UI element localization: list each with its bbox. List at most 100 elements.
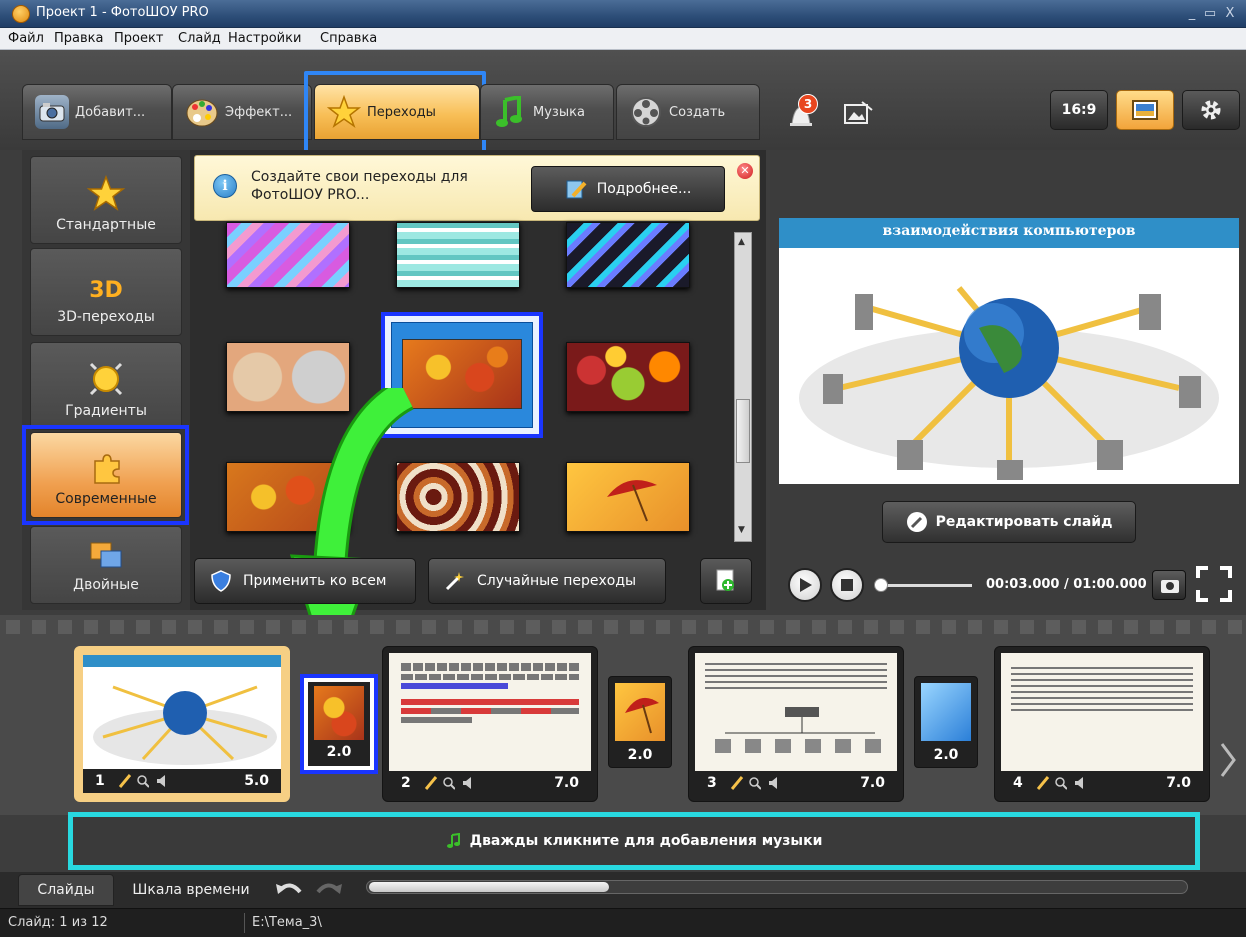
- shield-icon: [211, 570, 231, 592]
- pencil-icon[interactable]: [731, 776, 743, 790]
- category-gradients-label: Градиенты: [65, 403, 147, 419]
- network-diagram-image: [715, 707, 881, 753]
- settings-button[interactable]: [1182, 90, 1240, 130]
- minimize-button[interactable]: _: [1184, 6, 1200, 22]
- more-info-button[interactable]: Подробнее...: [531, 166, 725, 212]
- transition-thumbnail[interactable]: [396, 222, 520, 288]
- zoom-icon[interactable]: [1055, 776, 1067, 790]
- transition-slot-1[interactable]: 2.0: [300, 674, 378, 774]
- music-note-icon: [446, 833, 460, 848]
- transition-thumbnail[interactable]: [566, 222, 690, 288]
- status-slide-count: Слайд: 1 из 12: [8, 915, 108, 930]
- menu-settings[interactable]: Настройки: [228, 31, 301, 46]
- category-standard-label: Стандартные: [56, 217, 156, 233]
- menu-bar: Файл Правка Проект Слайд Настройки Справ…: [0, 28, 1246, 50]
- blue-gradient-image: [921, 683, 971, 741]
- add-file-icon: [716, 569, 734, 591]
- transition-thumbnail[interactable]: [566, 342, 690, 412]
- play-button[interactable]: [788, 568, 822, 602]
- transition-thumbnail[interactable]: [226, 222, 350, 288]
- zoom-icon[interactable]: [443, 776, 455, 790]
- apply-to-all-button[interactable]: Применить ко всем: [194, 558, 416, 604]
- gallery-scrollbar[interactable]: ▲ ▼: [734, 232, 752, 542]
- notifications-bell-icon[interactable]: 3: [784, 94, 818, 132]
- menu-slide[interactable]: Слайд: [178, 31, 221, 46]
- snapshot-button[interactable]: [1152, 570, 1186, 600]
- playback-progress-track[interactable]: [876, 584, 972, 587]
- speaker-icon[interactable]: [155, 774, 167, 788]
- tab-timeline[interactable]: Шкала времени: [118, 874, 264, 906]
- slide-number: 1: [95, 773, 105, 789]
- transition-slot-3[interactable]: 2.0: [914, 676, 978, 768]
- slide-card-2[interactable]: 2 7.0: [382, 646, 598, 802]
- scroll-up-arrow[interactable]: ▲: [738, 237, 745, 247]
- slide-thumbnail-globe: [93, 685, 277, 765]
- picture-arrow-icon[interactable]: [842, 98, 876, 128]
- transition-thumbnail[interactable]: [566, 462, 690, 532]
- aspect-ratio-button[interactable]: 16:9: [1050, 90, 1108, 130]
- music-track-area[interactable]: Дважды кликните для добавления музыки: [68, 812, 1200, 870]
- edit-slide-button[interactable]: Редактировать слайд: [882, 501, 1136, 543]
- notification-count-badge: 3: [798, 94, 818, 114]
- notepad-pencil-icon: [566, 180, 587, 199]
- 3d-icon: 3D: [89, 278, 123, 303]
- slide-card-4[interactable]: 4 7.0: [994, 646, 1210, 802]
- redo-icon[interactable]: [314, 878, 342, 900]
- transition-duration: 2.0: [933, 747, 959, 763]
- category-double[interactable]: Двойные: [30, 526, 182, 604]
- category-3d-label: 3D-переходы: [57, 309, 155, 325]
- tab-create[interactable]: Создать: [616, 84, 760, 140]
- slide-number: 4: [1013, 775, 1023, 791]
- slide-card-3[interactable]: 3 7.0: [688, 646, 904, 802]
- random-transitions-button[interactable]: Случайные переходы: [428, 558, 666, 604]
- menu-project[interactable]: Проект: [114, 31, 163, 46]
- menu-edit[interactable]: Правка: [54, 31, 103, 46]
- close-button[interactable]: X: [1222, 6, 1238, 22]
- close-banner-icon[interactable]: ✕: [737, 163, 753, 179]
- slide-card-1[interactable]: 1 5.0: [74, 646, 290, 802]
- title-bar: Проект 1 - ФотоШОУ PRO _ ▭ X: [0, 0, 1246, 28]
- speaker-icon[interactable]: [1073, 776, 1085, 790]
- slide-duration: 7.0: [554, 775, 579, 791]
- play-icon: [800, 578, 812, 592]
- random-transitions-label: Случайные переходы: [477, 573, 637, 589]
- fullscreen-icon[interactable]: [1196, 566, 1232, 602]
- pencil-icon[interactable]: [119, 774, 131, 788]
- category-3d[interactable]: 3D 3D-переходы: [30, 248, 182, 336]
- transition-slot-2[interactable]: 2.0: [608, 676, 672, 768]
- zoom-icon[interactable]: [137, 774, 149, 788]
- status-bar: Слайд: 1 из 12 E:\Тема_3\: [0, 908, 1246, 937]
- strip-scrollbar[interactable]: [366, 880, 1188, 894]
- pencil-icon[interactable]: [1037, 776, 1049, 790]
- slide-preview-title: взаимодействия компьютеров: [779, 218, 1239, 248]
- maximize-button[interactable]: ▭: [1202, 6, 1218, 22]
- playback-progress-handle[interactable]: [874, 578, 888, 592]
- scroll-down-arrow[interactable]: ▼: [738, 525, 745, 535]
- pencil-icon[interactable]: [425, 776, 437, 790]
- slide-view-button[interactable]: [1116, 90, 1174, 130]
- strip-scrollbar-thumb[interactable]: [369, 882, 609, 892]
- category-double-label: Двойные: [73, 577, 139, 593]
- slide-duration: 7.0: [1166, 775, 1191, 791]
- tab-add[interactable]: Добавит...: [22, 84, 172, 140]
- category-standard[interactable]: Стандартные: [30, 156, 182, 244]
- scrollbar-thumb[interactable]: [736, 399, 750, 463]
- highlight-frame-category: [22, 425, 189, 525]
- undo-icon[interactable]: [276, 878, 304, 900]
- apply-to-all-label: Применить ко всем: [243, 573, 387, 589]
- category-gradients[interactable]: Градиенты: [30, 342, 182, 430]
- edit-slide-label: Редактировать слайд: [935, 514, 1113, 530]
- palette-icon: [185, 95, 219, 129]
- speaker-icon[interactable]: [461, 776, 473, 790]
- menu-file[interactable]: Файл: [8, 31, 44, 46]
- tab-music[interactable]: Музыка: [480, 84, 614, 140]
- tab-slides[interactable]: Слайды: [18, 874, 114, 906]
- stop-button[interactable]: [830, 568, 864, 602]
- menu-help[interactable]: Справка: [320, 31, 377, 46]
- scroll-right-arrow-icon[interactable]: [1216, 740, 1240, 780]
- tab-effects[interactable]: Эффект...: [172, 84, 312, 140]
- zoom-icon[interactable]: [749, 776, 761, 790]
- window-title: Проект 1 - ФотоШОУ PRO: [36, 5, 209, 20]
- speaker-icon[interactable]: [767, 776, 779, 790]
- add-transition-button[interactable]: [700, 558, 752, 604]
